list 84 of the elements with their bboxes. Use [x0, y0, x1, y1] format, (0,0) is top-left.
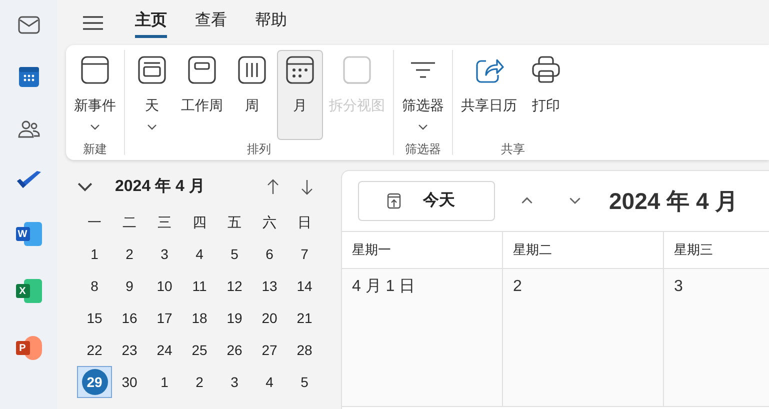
date-cell[interactable]: 8: [77, 270, 112, 302]
checkmark-icon[interactable]: [16, 171, 42, 189]
date-cell[interactable]: 5: [217, 238, 252, 270]
chevron-down-icon: [90, 124, 100, 130]
chevron-down-icon: [569, 197, 581, 205]
weekday-label: 日: [296, 212, 312, 232]
mini-calendar-title: 2024 年 4 月: [115, 176, 205, 197]
ribbon-button[interactable]: 工作周: [177, 50, 227, 140]
people-icon[interactable]: [18, 120, 40, 138]
date-cell[interactable]: 27: [252, 334, 287, 366]
month-title: 2024 年 4 月: [609, 186, 738, 216]
chevron-down-icon: [418, 124, 428, 130]
date-cell[interactable]: 5: [287, 366, 322, 398]
date-cell[interactable]: 10: [147, 270, 182, 302]
date-cell[interactable]: 13: [252, 270, 287, 302]
group-label: 新建: [83, 141, 107, 158]
date-cell[interactable]: 1: [147, 366, 182, 398]
date-cell[interactable]: 26: [217, 334, 252, 366]
weekday-label: 六: [262, 212, 278, 232]
date-cell[interactable]: 12: [217, 270, 252, 302]
date-cell[interactable]: 3: [147, 238, 182, 270]
date-cell[interactable]: 30: [112, 366, 147, 398]
date-cell[interactable]: 16: [112, 302, 147, 334]
calendar-icon[interactable]: [18, 67, 38, 87]
group-label: 排列: [247, 141, 271, 158]
group-label: 共享: [501, 141, 525, 158]
date-cell[interactable]: 18: [182, 302, 217, 334]
chevron-up-icon: [521, 197, 533, 205]
day-number: 3: [674, 278, 683, 295]
weekday-label: 四: [192, 212, 208, 232]
ribbon-button[interactable]: 周: [229, 50, 275, 140]
date-cell[interactable]: 22: [77, 334, 112, 366]
work-week-icon: [187, 55, 217, 85]
group-label: 筛选器: [405, 141, 441, 158]
date-cell[interactable]: 3: [217, 366, 252, 398]
date-cell[interactable]: 21: [287, 302, 322, 334]
month-view-icon: [285, 55, 315, 85]
arrow-up-icon[interactable]: [267, 179, 279, 195]
date-cell[interactable]: 9: [112, 270, 147, 302]
weekday-label: 一: [86, 212, 102, 232]
date-cell[interactable]: 4: [252, 366, 287, 398]
day-view-icon: [137, 55, 167, 85]
ribbon-button[interactable]: 天: [129, 50, 175, 140]
week-view-icon: [237, 55, 267, 85]
printer-icon: [531, 55, 561, 85]
date-cell[interactable]: 2: [182, 366, 217, 398]
date-cell[interactable]: 2: [112, 238, 147, 270]
weekday-label: 五: [226, 212, 242, 232]
date-cell[interactable]: 17: [147, 302, 182, 334]
date-cell[interactable]: 11: [182, 270, 217, 302]
ribbon-button[interactable]: 打印: [523, 50, 569, 140]
date-cell[interactable]: 28: [287, 334, 322, 366]
calendar-icon: [80, 55, 110, 85]
date-cell[interactable]: 23: [112, 334, 147, 366]
weekday-label: 二: [122, 212, 138, 232]
date-cell[interactable]: 19: [217, 302, 252, 334]
ribbon-button[interactable]: 共享日历: [457, 50, 521, 140]
split-view-icon: [342, 55, 372, 85]
ribbon-button[interactable]: 筛选器: [398, 50, 448, 140]
date-cell[interactable]: 29: [77, 366, 112, 398]
date-cell[interactable]: 14: [287, 270, 322, 302]
today-button[interactable]: 今天: [358, 181, 495, 221]
arrow-down-icon[interactable]: [301, 179, 313, 195]
date-cell[interactable]: 6: [252, 238, 287, 270]
date-cell[interactable]: 15: [77, 302, 112, 334]
date-cell[interactable]: 24: [147, 334, 182, 366]
ribbon-button[interactable]: 新事件: [70, 50, 120, 140]
chevron-down-icon: [147, 124, 157, 130]
ribbon-button[interactable]: 月: [277, 50, 323, 140]
weekday-label: 三: [156, 212, 172, 232]
date-cell[interactable]: 1: [77, 238, 112, 270]
ribbon-tab[interactable]: 帮助: [255, 8, 287, 38]
date-cell[interactable]: 4: [182, 238, 217, 270]
calendar-arrow-icon: [387, 193, 401, 209]
ribbon-tab[interactable]: 查看: [195, 8, 227, 38]
mail-icon[interactable]: [18, 16, 40, 34]
date-cell[interactable]: 25: [182, 334, 217, 366]
menu-icon[interactable]: [83, 16, 103, 30]
date-cell[interactable]: 7: [287, 238, 322, 270]
ribbon-tab[interactable]: 主页: [135, 8, 167, 38]
day-number: 4 月 1 日: [352, 278, 416, 295]
chevron-down-icon: [77, 182, 93, 192]
day-number: 2: [513, 278, 522, 295]
date-cell[interactable]: 20: [252, 302, 287, 334]
